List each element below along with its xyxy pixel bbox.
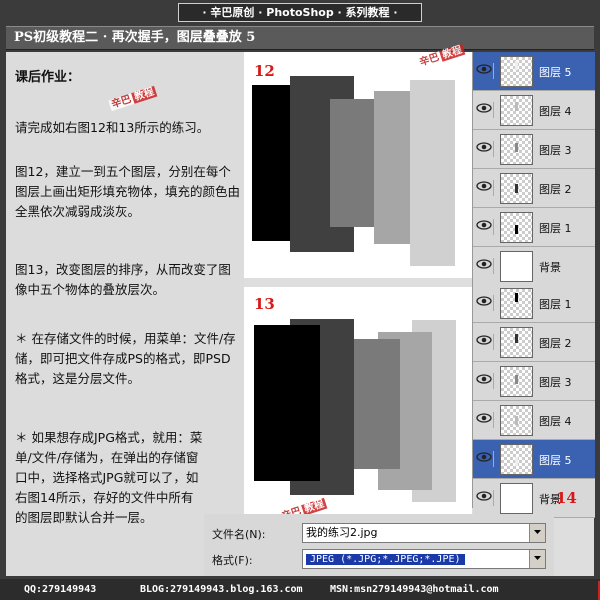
figure-12-label: 12 xyxy=(254,62,275,80)
layer-thumbnail xyxy=(500,173,533,204)
eye-icon[interactable] xyxy=(476,102,494,118)
layer-thumbnail xyxy=(500,95,533,126)
layer-thumbnail xyxy=(500,405,533,436)
eye-icon[interactable] xyxy=(476,141,494,157)
layer-name: 图层 3 xyxy=(539,144,572,157)
layer-name: 图层 5 xyxy=(539,66,572,79)
layer-name: 图层 1 xyxy=(539,222,572,235)
layer-name: 图层 2 xyxy=(539,337,572,350)
layers-panel-figure-12: 图层 5 图层 4 图层 3 图层 2 图层 1 背景 xyxy=(472,52,595,286)
rect-layer-3 xyxy=(330,99,376,227)
layer-thumbnail xyxy=(500,327,533,358)
layer-thumbnail-mark xyxy=(515,334,518,343)
layer-thumbnail xyxy=(500,134,533,165)
rect-layer-3 xyxy=(352,339,400,469)
layer-row[interactable]: 图层 2 xyxy=(473,169,595,208)
layer-row[interactable]: 图层 4 xyxy=(473,91,595,130)
layer-row[interactable]: 图层 2 xyxy=(473,323,595,362)
figure-14-label: 14 xyxy=(556,489,577,507)
footer-msn: MSN:msn279149943@hotmail.com xyxy=(330,584,499,595)
layer-name: 图层 4 xyxy=(539,105,572,118)
canvas-figure-12: 12 xyxy=(244,52,472,278)
homework-heading: 课后作业： xyxy=(15,70,81,85)
footer-bar: QQ:279149943 BLOG:279149943.blog.163.com… xyxy=(0,579,600,600)
eye-icon[interactable] xyxy=(476,63,494,79)
format-select[interactable]: JPEG (*.JPG;*.JPEG;*.JPE) xyxy=(302,549,546,569)
layer-row[interactable]: 图层 1 xyxy=(473,208,595,247)
layer-thumbnail xyxy=(500,251,533,282)
layer-thumbnail xyxy=(500,56,533,87)
layer-thumbnail xyxy=(500,483,533,514)
layer-thumbnail-mark xyxy=(515,375,518,384)
layer-thumbnail-mark xyxy=(515,457,518,466)
layer-thumbnail-mark xyxy=(515,293,518,302)
layer-thumbnail xyxy=(500,444,533,475)
layer-name: 图层 5 xyxy=(539,454,572,467)
footer-qq: QQ:279149943 xyxy=(24,584,97,595)
layer-row[interactable]: 图层 5 xyxy=(473,440,595,479)
eye-icon[interactable] xyxy=(476,334,494,350)
figure-13-label: 13 xyxy=(254,295,275,313)
layer-row[interactable]: 图层 3 xyxy=(473,362,595,401)
layer-row[interactable]: 背景 xyxy=(473,247,595,286)
layer-thumbnail-mark xyxy=(515,184,518,193)
chevron-down-icon xyxy=(534,556,541,560)
layer-row[interactable]: 图层 1 xyxy=(473,284,595,323)
homework-paragraph-3: 图13，改变图层的排序，从而改变了图像中五个物体的叠放层次。 xyxy=(15,262,231,297)
layer-thumbnail-mark xyxy=(515,143,518,152)
layer-thumbnail-mark xyxy=(515,102,518,111)
layer-name: 背景 xyxy=(539,261,561,274)
layer-thumbnail xyxy=(500,288,533,319)
eye-icon[interactable] xyxy=(476,258,494,274)
layer-name: 图层 2 xyxy=(539,183,572,196)
homework-panel: 课后作业： 辛巴教程 请完成如右图12和13所示的练习。 图12，建立一到五个图… xyxy=(6,52,244,576)
layer-name: 图层 1 xyxy=(539,298,572,311)
rect-layer-4 xyxy=(374,91,410,244)
tutorial-frame: · 辛巴原创 · PhotoShop · 系列教程 · PS初级教程二 · 再次… xyxy=(0,0,600,600)
filename-dropdown-button[interactable] xyxy=(529,524,545,542)
layer-thumbnail xyxy=(500,366,533,397)
page-title: PS初级教程二 · 再次握手，图层叠叠放 5 xyxy=(6,26,594,50)
layer-name: 图层 3 xyxy=(539,376,572,389)
watermark-stamp: 辛巴教程 xyxy=(108,85,158,112)
eye-icon[interactable] xyxy=(476,490,494,506)
format-value: JPEG (*.JPG;*.JPEG;*.JPE) xyxy=(306,554,465,565)
chevron-down-icon xyxy=(534,530,541,534)
homework-paragraph-5: ＊ 如果想存成JPG格式，就用：菜单/文件/存储为，在弹出的存储窗口中，选择格式… xyxy=(15,430,203,525)
homework-paragraph-2: 图12，建立一到五个图层，分别在每个图层上画出矩形填充物体，填充的颜色由全黑依次… xyxy=(15,164,241,219)
top-banner: · 辛巴原创 · PhotoShop · 系列教程 · xyxy=(178,3,422,22)
format-dropdown-button[interactable] xyxy=(529,550,545,568)
canvas-figure-13: 13 xyxy=(244,287,472,517)
layer-row[interactable]: 图层 5 xyxy=(473,52,595,91)
save-as-dialog: 文件名(N): 我的练习2.jpg 格式(F): JPEG (*.JPG;*.J… xyxy=(204,514,554,576)
eye-icon[interactable] xyxy=(476,180,494,196)
eye-icon[interactable] xyxy=(476,295,494,311)
eye-icon[interactable] xyxy=(476,219,494,235)
homework-paragraph-1: 请完成如右图12和13所示的练习。 xyxy=(15,120,210,135)
filename-field[interactable]: 我的练习2.jpg xyxy=(302,523,546,543)
eye-icon[interactable] xyxy=(476,451,494,467)
layer-thumbnail-mark xyxy=(515,225,518,234)
homework-paragraph-4: ＊ 在存储文件的时候，用菜单：文件/存储，即可把文件存成PS的格式，即PSD格式… xyxy=(15,331,236,386)
layer-thumbnail xyxy=(500,212,533,243)
layer-thumbnail-mark xyxy=(515,61,518,70)
layer-thumbnail-mark xyxy=(515,416,518,425)
filename-label: 文件名(N): xyxy=(212,528,266,541)
layer-row[interactable]: 图层 4 xyxy=(473,401,595,440)
eye-icon[interactable] xyxy=(476,412,494,428)
layers-panel-figure-13: 图层 1 图层 2 图层 3 图层 4 图层 5 背景 xyxy=(472,284,595,518)
filename-value: 我的练习2.jpg xyxy=(306,526,378,539)
format-label: 格式(F): xyxy=(212,554,253,567)
layer-row[interactable]: 图层 3 xyxy=(473,130,595,169)
rect-layer-1 xyxy=(254,325,320,481)
eye-icon[interactable] xyxy=(476,373,494,389)
footer-blog: BLOG:279149943.blog.163.com xyxy=(140,584,303,595)
content-area: 课后作业： 辛巴教程 请完成如右图12和13所示的练习。 图12，建立一到五个图… xyxy=(6,43,595,576)
layer-name: 图层 4 xyxy=(539,415,572,428)
rect-layer-5 xyxy=(410,80,455,266)
